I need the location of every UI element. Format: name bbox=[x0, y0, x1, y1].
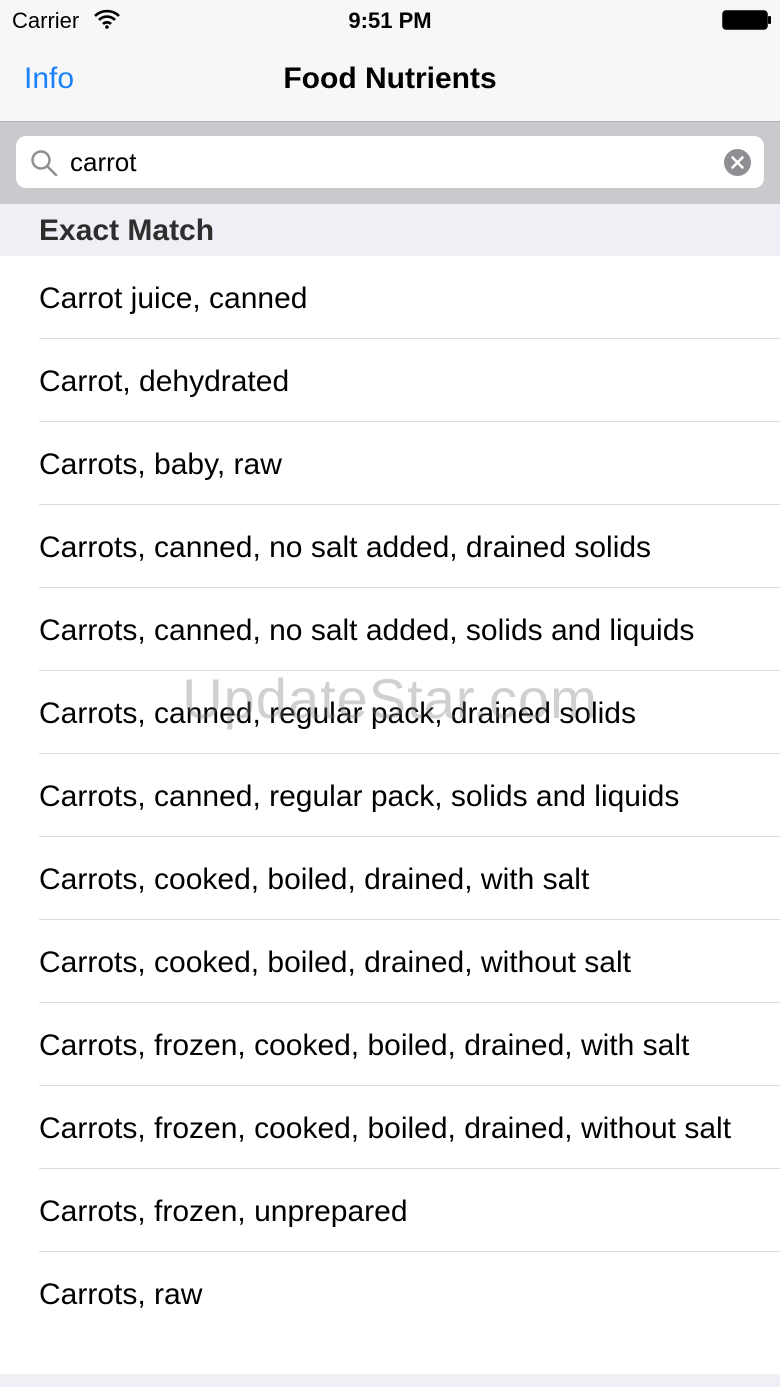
status-time: 9:51 PM bbox=[348, 8, 432, 33]
list-item[interactable]: Carrots, cooked, boiled, drained, with s… bbox=[0, 837, 780, 920]
list-item[interactable]: Carrots, canned, no salt added, solids a… bbox=[0, 588, 780, 671]
section-label: Exact Match bbox=[39, 214, 215, 247]
list-footer bbox=[0, 1374, 780, 1387]
section-header: Exact Match bbox=[0, 204, 780, 256]
search-icon bbox=[31, 150, 58, 177]
list-item[interactable]: Carrots, frozen, cooked, boiled, drained… bbox=[0, 1086, 780, 1169]
search-bar bbox=[0, 122, 780, 204]
page-title: Food Nutrients bbox=[283, 62, 497, 95]
list-item[interactable]: Carrots, baby, raw bbox=[0, 422, 780, 505]
list-item[interactable]: Carrots, canned, regular pack, drained s… bbox=[0, 671, 780, 754]
list-item[interactable]: Carrots, frozen, unprepared bbox=[0, 1169, 780, 1252]
list-item[interactable]: Carrots, cooked, boiled, drained, withou… bbox=[0, 920, 780, 1003]
list-item[interactable]: Carrot, dehydrated bbox=[0, 339, 780, 422]
list-item[interactable]: Carrots, raw bbox=[0, 1252, 780, 1335]
clear-search-icon[interactable] bbox=[724, 149, 751, 176]
status-bar: Carrier 9:51 PM bbox=[0, 0, 780, 40]
search-input[interactable] bbox=[70, 142, 710, 182]
list-item[interactable]: Carrots, canned, regular pack, solids an… bbox=[0, 754, 780, 837]
list-item[interactable]: Carrots, canned, no salt added, drained … bbox=[0, 505, 780, 588]
list-item[interactable]: Carrots, frozen, cooked, boiled, drained… bbox=[0, 1003, 780, 1086]
results-list: Carrot juice, canned Carrot, dehydrated … bbox=[0, 256, 780, 1335]
list-item[interactable]: Carrot juice, canned bbox=[0, 256, 780, 339]
search-field-container[interactable] bbox=[16, 136, 764, 188]
battery-icon bbox=[722, 10, 771, 30]
navigation-bar: Info Food Nutrients bbox=[0, 40, 780, 122]
